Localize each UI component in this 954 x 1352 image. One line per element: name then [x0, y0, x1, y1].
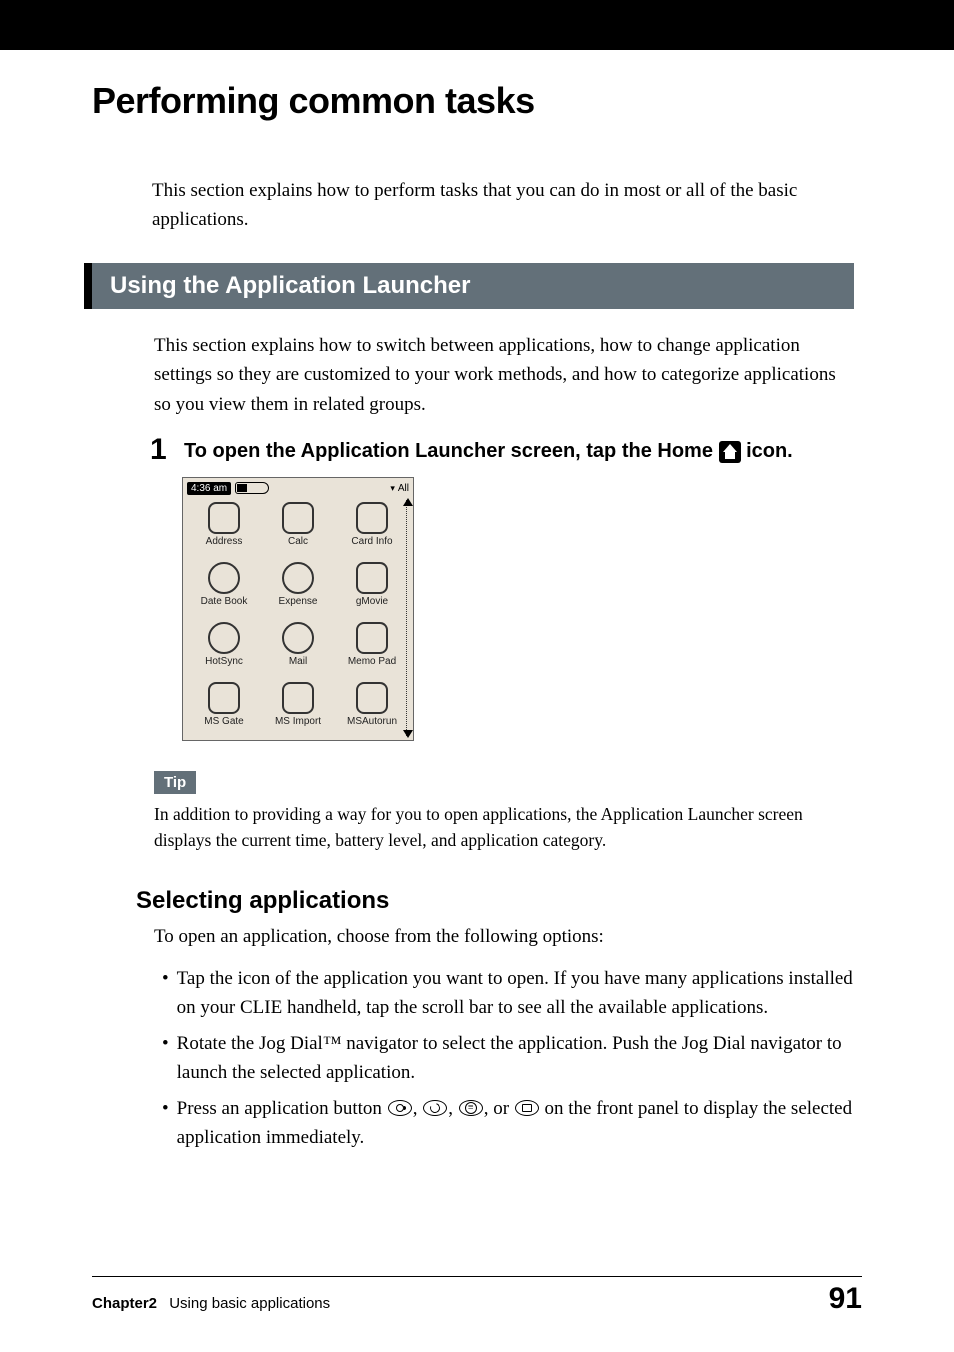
app-icon [208, 682, 240, 714]
intro-paragraph: This section explains how to perform tas… [152, 176, 854, 235]
page-title: Performing common tasks [92, 80, 854, 122]
list-item: • Rotate the Jog Dial™ navigator to sele… [162, 1030, 854, 1087]
step-number: 1 [150, 435, 170, 465]
app-label: Date Book [201, 596, 248, 607]
footer-chapter: Chapter2 [92, 1295, 157, 1312]
top-black-bar [0, 0, 954, 50]
page-footer: Chapter2 Using basic applications 91 [92, 1282, 862, 1316]
step-1: 1 To open the Application Launcher scree… [150, 437, 854, 465]
bullet-text: Press an application button , , , or on … [177, 1095, 854, 1152]
app-icon [282, 622, 314, 654]
app-label: HotSync [205, 656, 243, 667]
app-label: gMovie [356, 596, 388, 607]
app-item: Address [187, 502, 261, 560]
bullet3-pre: Press an application button [177, 1098, 387, 1119]
subheading-selecting-apps: Selecting applications [136, 887, 854, 915]
datebook-button-icon [388, 1100, 412, 1116]
app-label: Calc [288, 536, 308, 547]
app-icon [282, 502, 314, 534]
tip-text: In addition to providing a way for you t… [154, 802, 854, 853]
list-item: • Press an application button , , , or o… [162, 1095, 854, 1152]
app-icon [282, 562, 314, 594]
footer-chapter-title: Using basic applications [169, 1295, 330, 1312]
app-item: Mail [261, 622, 335, 680]
memo-button-icon [515, 1100, 539, 1116]
app-item: Memo Pad [335, 622, 409, 680]
bullet-list: • Tap the icon of the application you wa… [162, 965, 854, 1152]
section-intro-paragraph: This section explains how to switch betw… [154, 331, 854, 419]
screenshot-scrollbar [406, 500, 411, 736]
home-icon [719, 441, 741, 463]
app-item: Calc [261, 502, 335, 560]
app-label: Mail [289, 656, 307, 667]
screenshot-category: All [390, 483, 409, 494]
app-item: gMovie [335, 562, 409, 620]
footer-left: Chapter2 Using basic applications [92, 1295, 330, 1312]
app-icon [208, 622, 240, 654]
app-icon [356, 622, 388, 654]
app-item: MS Gate [187, 682, 261, 740]
app-item: HotSync [187, 622, 261, 680]
step-text-before: To open the Application Launcher screen,… [184, 440, 719, 462]
bullet3-mid: , or [484, 1098, 514, 1119]
battery-icon [235, 482, 269, 494]
footer-page-number: 91 [829, 1282, 862, 1316]
app-icon [356, 682, 388, 714]
list-item: • Tap the icon of the application you wa… [162, 965, 854, 1022]
tip-label: Tip [154, 771, 196, 794]
app-item: Date Book [187, 562, 261, 620]
footer-rule [92, 1276, 862, 1277]
app-item: Expense [261, 562, 335, 620]
launcher-screenshot: 4:36 am All Address Calc Card Info Date … [182, 477, 414, 741]
app-label: Memo Pad [348, 656, 396, 667]
address-button-icon [423, 1100, 447, 1116]
step-text: To open the Application Launcher screen,… [184, 437, 793, 465]
app-label: Card Info [351, 536, 392, 547]
app-label: MS Gate [204, 716, 243, 727]
app-item: MSAutorun [335, 682, 409, 740]
screenshot-time: 4:36 am [187, 482, 231, 495]
bullet-text: Tap the icon of the application you want… [177, 965, 854, 1022]
app-label: MSAutorun [347, 716, 397, 727]
section-heading-banner: Using the Application Launcher [84, 263, 854, 309]
bullet-icon: • [162, 965, 169, 1022]
app-label: MS Import [275, 716, 321, 727]
app-label: Address [206, 536, 243, 547]
app-icon [356, 502, 388, 534]
bullet-icon: • [162, 1095, 169, 1152]
app-label: Expense [279, 596, 318, 607]
sub-intro: To open an application, choose from the … [154, 923, 854, 952]
app-item: Card Info [335, 502, 409, 560]
bullet-text: Rotate the Jog Dial™ navigator to select… [177, 1030, 854, 1087]
bullet-icon: • [162, 1030, 169, 1087]
screenshot-app-grid: Address Calc Card Info Date Book Expense… [183, 498, 413, 738]
app-item: MS Import [261, 682, 335, 740]
screenshot-topbar: 4:36 am All [183, 478, 413, 498]
app-icon [282, 682, 314, 714]
todo-button-icon [459, 1100, 483, 1116]
app-icon [208, 562, 240, 594]
app-icon [356, 562, 388, 594]
step-text-after: icon. [741, 440, 793, 462]
app-icon [208, 502, 240, 534]
